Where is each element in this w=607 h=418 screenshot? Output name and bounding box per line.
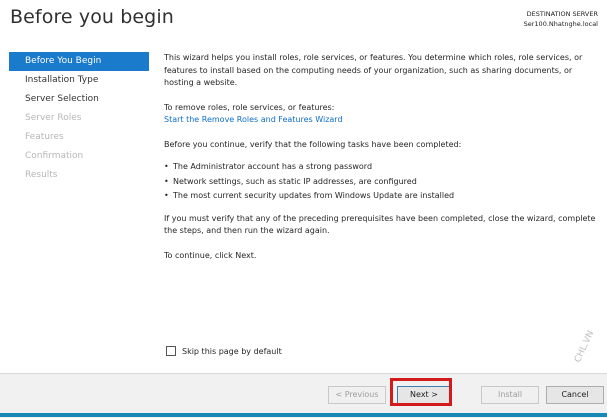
verify-text: Before you continue, verify that the fol… [164,139,462,149]
continue-instruction: To continue, click Next. [164,250,257,260]
sidebar-item-before-you-begin[interactable]: Before You Begin [9,52,149,71]
intro-text: This wizard helps you install roles, rol… [164,53,583,87]
remove-roles-wizard-link[interactable]: Start the Remove Roles and Features Wiza… [164,115,343,124]
skip-page-checkbox[interactable] [166,346,176,356]
prerequisite-list: The Administrator account has a strong p… [164,160,596,204]
prerequisite-instructions: If you must verify that any of the prece… [164,213,596,236]
main-content: This wizard helps you install roles, rol… [164,52,596,262]
next-button[interactable]: Next > [397,386,451,404]
destination-server-label: DESTINATION SERVER [526,10,598,18]
bottom-edge-bar [0,413,607,417]
sidebar-item-features: Features [25,132,64,142]
sidebar-item-results: Results [25,170,58,180]
destination-server-info: DESTINATION SERVER Ser100.Nhatnghe.local [524,9,598,29]
sidebar-item-installation-type[interactable]: Installation Type [9,71,149,90]
skip-page-option[interactable]: Skip this page by default [166,346,282,356]
skip-page-label[interactable]: Skip this page by default [182,347,282,356]
wizard-steps-sidebar: Before You Begin Installation Type Serve… [9,52,149,185]
cancel-button[interactable]: Cancel [546,386,604,404]
previous-button[interactable]: < Previous [328,386,386,404]
list-item: The Administrator account has a strong p… [164,160,596,175]
sidebar-item-server-selection[interactable]: Server Selection [9,90,149,109]
page-title: Before you begin [10,6,174,28]
destination-server-name: Ser100.Nhatnghe.local [523,20,598,28]
remove-roles-label: To remove roles, role services, or featu… [164,102,335,112]
sidebar-item-server-roles: Server Roles [25,113,82,123]
list-item: Network settings, such as static IP addr… [164,175,596,190]
sidebar-item-confirmation: Confirmation [25,151,84,161]
install-button[interactable]: Install [481,386,539,404]
list-item: The most current security updates from W… [164,189,596,204]
watermark: CHL.VN [573,329,597,365]
